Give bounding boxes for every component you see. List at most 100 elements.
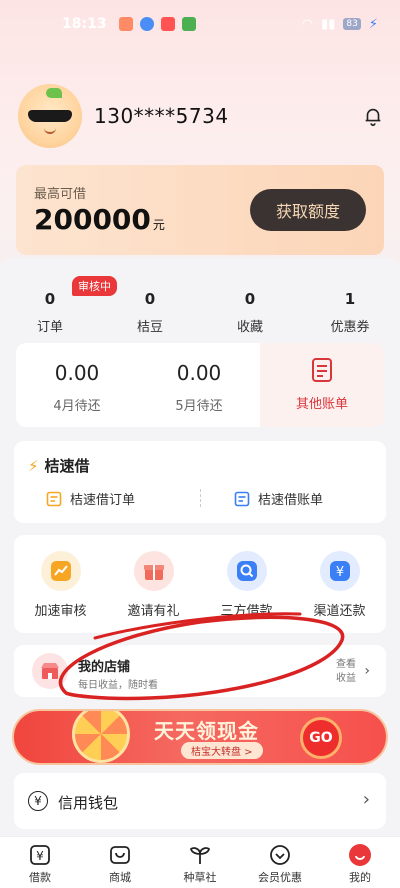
credit-wallet-row[interactable]: ¥ 信用钱包 ›	[14, 773, 386, 829]
bill-may[interactable]: 0.00 5月待还	[138, 343, 260, 427]
stat-label: 优惠券	[330, 320, 370, 335]
yen-circle-icon: ¥	[28, 791, 48, 811]
jsj-title-text: 桔速借	[44, 457, 90, 475]
profile-header: 130****5734	[18, 80, 388, 152]
other-bills-button[interactable]: 其他账单	[260, 343, 384, 427]
banner-subtitle: 桔宝大转盘 >	[181, 742, 263, 759]
stat-label: 桔豆	[136, 320, 163, 335]
shop-card[interactable]: 我的店铺 每日收益，随时看 查看 收益 ›	[14, 645, 386, 697]
quota-amount-value: 200000	[34, 203, 151, 236]
signal-icon: ▮▮	[321, 16, 336, 32]
other-bills-label: 其他账单	[295, 397, 348, 412]
view-earnings-line2: 收益	[336, 673, 356, 684]
quota-label: 最高可借	[34, 187, 87, 202]
quota-card: 最高可借 200000 元 获取额度	[16, 165, 384, 255]
chevron-right-icon: ›	[362, 789, 370, 810]
status-time: 18:13	[62, 16, 107, 32]
quick-action-speed-review[interactable]: 加速审核	[14, 535, 107, 633]
quick-action-label: 邀请有礼	[127, 604, 180, 619]
tab-mine[interactable]: 我的	[320, 837, 400, 888]
lightning-icon: ⚡	[28, 456, 39, 475]
sprout-icon	[160, 843, 240, 867]
get-quota-button[interactable]: 获取额度	[250, 189, 366, 231]
stat-favorites[interactable]: 0 收藏	[200, 270, 300, 340]
charging-icon: ⚡	[368, 16, 378, 32]
quick-action-label: 三方借款	[220, 604, 273, 619]
jsj-card: ⚡ 桔速借 桔速借订单 桔速借账单	[14, 441, 386, 523]
app-notification-icon	[139, 17, 154, 31]
tab-label: 种草社	[183, 871, 217, 884]
view-earnings-line1: 查看	[336, 659, 356, 670]
tab-member[interactable]: 会员优惠	[240, 837, 320, 888]
bill-amount: 0.00	[54, 361, 100, 385]
stat-value: 1	[344, 290, 356, 308]
bag-icon	[80, 843, 160, 867]
jsj-bills-link[interactable]: 桔速借账单	[234, 489, 323, 508]
bill-list-icon	[234, 491, 250, 506]
app-notification-icon	[118, 17, 133, 31]
bell-icon[interactable]	[362, 105, 384, 127]
divider	[200, 489, 201, 507]
yen-icon: ¥	[319, 551, 360, 591]
wifi-icon: ◠	[301, 16, 314, 32]
banner-title: 天天领现金	[154, 719, 259, 743]
quick-action-third-party-loan[interactable]: 三方借款	[200, 535, 293, 633]
view-earnings-link[interactable]: 查看 收益	[336, 658, 356, 686]
bill-april[interactable]: 0.00 4月待还	[16, 343, 138, 427]
yen-box-icon: ¥	[0, 843, 80, 867]
battery-indicator: 83	[343, 18, 361, 30]
bill-label: 4月待还	[53, 399, 101, 414]
music-notification-icon	[160, 17, 175, 31]
quick-action-invite[interactable]: 邀请有礼	[107, 535, 200, 633]
quota-unit: 元	[152, 218, 165, 232]
jsj-bills-label: 桔速借账单	[258, 493, 324, 508]
order-list-icon	[46, 491, 62, 506]
quick-action-label: 加速审核	[34, 604, 87, 619]
shop-title: 我的店铺	[78, 660, 131, 675]
chevron-right-icon: ›	[364, 663, 370, 679]
avatar[interactable]	[18, 84, 82, 148]
stats-row: 0 订单 0 桔豆 0 收藏 1 优惠券	[0, 270, 400, 340]
stat-label: 收藏	[236, 320, 263, 335]
stat-coupons[interactable]: 1 优惠券	[300, 270, 400, 340]
prize-wheel-icon	[72, 711, 130, 763]
tab-borrow[interactable]: ¥ 借款	[0, 837, 80, 888]
svg-text:¥: ¥	[335, 565, 343, 580]
status-badge: 审核中	[72, 276, 117, 296]
tab-label: 我的	[349, 871, 371, 884]
heart-shield-icon	[240, 843, 320, 867]
bill-card: 0.00 4月待还 0.00 5月待还 其他账单	[16, 343, 384, 427]
daily-cash-banner[interactable]: 天天领现金 桔宝大转盘 > GO	[12, 709, 388, 765]
user-phone: 130****5734	[94, 104, 229, 128]
profile-icon	[320, 843, 400, 867]
stat-label: 订单	[36, 320, 63, 335]
gift-icon	[133, 551, 174, 591]
tab-label: 借款	[29, 871, 51, 884]
bill-label: 5月待还	[175, 399, 223, 414]
tab-label: 商城	[109, 871, 131, 884]
jsj-orders-label: 桔速借订单	[70, 493, 136, 508]
jsj-title: ⚡ 桔速借	[28, 455, 90, 476]
svg-text:¥: ¥	[36, 849, 44, 863]
status-bar: 18:13 ◠ ▮▮ 83 ⚡	[0, 0, 400, 48]
wallet-label: 信用钱包	[58, 794, 119, 812]
bill-amount: 0.00	[176, 361, 222, 385]
quick-actions-card: 加速审核 邀请有礼 三方借款 ¥ 渠道还款	[14, 535, 386, 633]
quick-action-channel-repay[interactable]: ¥ 渠道还款	[293, 535, 386, 633]
bottom-tab-bar: ¥ 借款 商城 种草社 会员优惠 我的	[0, 836, 400, 888]
shop-subtitle: 每日收益，随时看	[78, 680, 158, 691]
quota-amount: 200000 元	[34, 203, 165, 236]
wechat-notification-icon	[181, 17, 196, 31]
tab-label: 会员优惠	[258, 871, 302, 884]
shop-icon	[32, 653, 68, 689]
quick-action-label: 渠道还款	[313, 604, 366, 619]
trend-up-icon	[40, 551, 81, 591]
go-button[interactable]: GO	[300, 717, 342, 759]
search-icon	[226, 551, 267, 591]
bill-icon	[312, 358, 332, 382]
jsj-orders-link[interactable]: 桔速借订单	[46, 489, 135, 508]
stat-value: 0	[244, 290, 256, 308]
tab-mall[interactable]: 商城	[80, 837, 160, 888]
status-right: ◠ ▮▮ 83 ⚡	[302, 17, 378, 32]
tab-community[interactable]: 种草社	[160, 837, 240, 888]
